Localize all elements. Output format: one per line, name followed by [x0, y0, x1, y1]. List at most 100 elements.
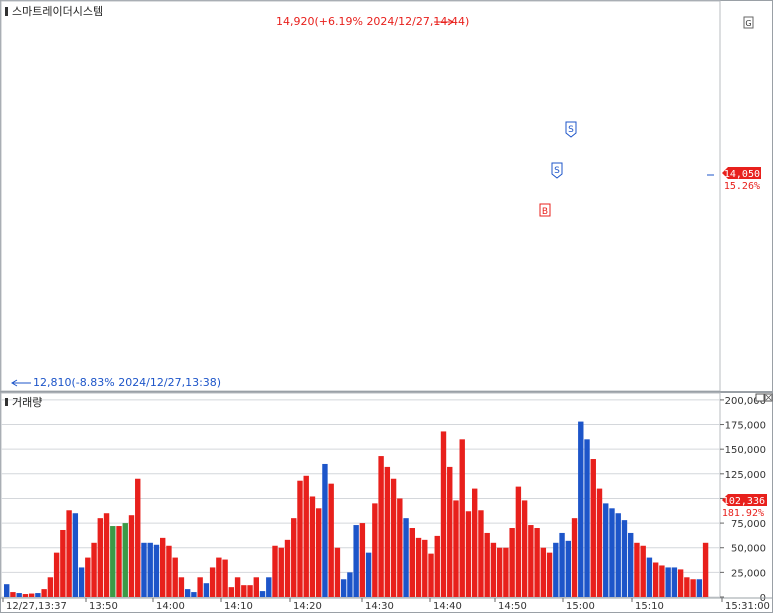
volume-bar [28, 593, 35, 597]
volume-bar [309, 496, 316, 597]
volume-bar [41, 589, 47, 597]
price-panel[interactable]: 스마트레이더시스템 14,920(+6.19% 2024/12/27,14:44… [0, 0, 764, 392]
volume-bar [284, 539, 291, 597]
current-volume-change: 181.92% [722, 508, 764, 519]
volume-bar [696, 579, 703, 597]
volume-tick-label: 50,000 [731, 544, 766, 555]
svg-text:14,050: 14,050 [724, 169, 760, 180]
volume-bar [66, 510, 72, 597]
volume-tick-label: 25,000 [731, 568, 766, 579]
volume-bar [16, 593, 22, 597]
volume-bar [571, 518, 578, 597]
volume-bar [684, 577, 690, 597]
volume-bar [147, 542, 153, 597]
volume-bar [291, 518, 297, 597]
volume-bar [122, 523, 128, 597]
volume-bar [253, 577, 259, 597]
sell-signal-marker[interactable]: S [565, 121, 577, 138]
volume-bar [22, 594, 29, 597]
volume-bar [222, 559, 228, 597]
volume-bar [534, 528, 540, 597]
volume-bar [316, 508, 322, 597]
volume-bar [403, 518, 409, 597]
volume-bar [347, 572, 353, 597]
volume-bar [228, 587, 235, 597]
volume-bar [440, 431, 447, 597]
volume-bar [690, 579, 696, 597]
volume-bar [141, 542, 147, 597]
volume-bar [91, 542, 97, 597]
volume-bar [247, 585, 253, 597]
volume-bar [603, 503, 609, 597]
time-tick-label: 14:10 [224, 601, 253, 612]
stock-chart[interactable]: 스마트레이더시스템 14,920(+6.19% 2024/12/27,14:44… [0, 0, 773, 613]
volume-bar [72, 513, 79, 597]
volume-bar [303, 475, 309, 597]
volume-bar [390, 478, 397, 597]
volume-panel-label: 거래량 [12, 396, 42, 409]
volume-bar [584, 439, 590, 597]
svg-text:B: B [542, 207, 548, 217]
volume-bar [209, 567, 216, 597]
volume-bar [278, 547, 284, 597]
current-price-badge: 14,050 [722, 167, 761, 180]
volume-bar [128, 515, 135, 597]
volume-bar [565, 540, 571, 597]
time-tick-label: 14:00 [156, 601, 185, 612]
volume-label-marker [5, 398, 8, 406]
volume-bar [322, 463, 328, 597]
volume-bar [540, 547, 547, 597]
volume-bar [590, 459, 596, 597]
volume-bar [609, 508, 615, 597]
volume-bar [35, 593, 41, 597]
volume-bar [60, 529, 66, 597]
volume-bar [447, 466, 453, 597]
volume-bar [359, 523, 366, 597]
current-price-change: 15.26% [724, 181, 760, 192]
volume-bar [4, 584, 10, 597]
time-tick-label: 15:10 [635, 601, 664, 612]
price-plot-area [0, 0, 721, 392]
volume-bar [241, 585, 247, 597]
volume-bar [110, 526, 116, 597]
volume-bar [453, 500, 459, 597]
volume-bar [85, 557, 91, 597]
volume-bar [490, 542, 497, 597]
volume-bar [184, 589, 191, 597]
volume-bar [191, 592, 197, 597]
panel-window-buttons[interactable] [755, 393, 773, 402]
volume-bar [652, 562, 659, 597]
volume-bar [702, 542, 709, 597]
time-tick-label: 13:50 [89, 601, 118, 612]
buy-signal-marker[interactable]: B [539, 203, 551, 217]
svg-text:S: S [554, 166, 560, 176]
volume-bar [178, 577, 185, 597]
corner-g-icon: G [745, 19, 751, 28]
time-tick-label: 12/27,13:37 [6, 601, 67, 612]
restore-icon[interactable] [755, 393, 765, 402]
volume-bar [153, 544, 160, 597]
volume-bar [546, 552, 553, 597]
volume-bar [615, 513, 621, 597]
volume-bar [478, 510, 484, 597]
volume-bar [521, 500, 528, 597]
volume-bar [671, 567, 678, 597]
price-label-marker [5, 7, 8, 16]
volume-bar [621, 520, 628, 597]
current-volume-badge: 102,336 [722, 494, 767, 507]
volume-bar [216, 557, 222, 597]
volume-panel[interactable]: 거래량 200,000175,000150,000125,000100,0007… [0, 392, 773, 604]
volume-bar [203, 583, 210, 597]
volume-bar [397, 498, 403, 597]
volume-bar [578, 421, 584, 597]
volume-bar [353, 525, 359, 597]
volume-bar [334, 547, 341, 597]
volume-bar [428, 553, 434, 597]
volume-bar [103, 513, 110, 597]
volume-bar [135, 478, 141, 597]
volume-bar [53, 552, 60, 597]
volume-bar [259, 591, 266, 597]
volume-bar [340, 579, 347, 597]
volume-bar [596, 488, 603, 597]
sell-signal-marker[interactable]: S [551, 162, 563, 179]
